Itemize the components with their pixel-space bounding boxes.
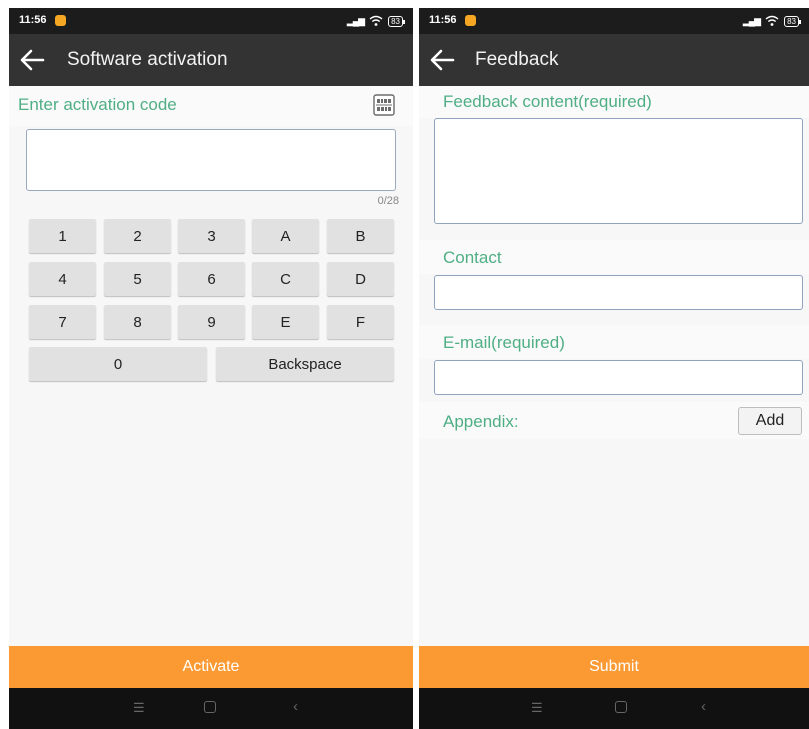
navigation-bar: ☰ ‹ [9, 688, 413, 729]
key-c[interactable]: C [252, 262, 319, 296]
system-icons: ▂▄▆ 83 [742, 14, 801, 28]
feedback-content-input[interactable] [434, 118, 803, 224]
feedback-screen: 11:56 ▂▄▆ 83 Feedback Feedback content(r… [419, 8, 809, 729]
key-f[interactable]: F [327, 305, 394, 339]
char-counter: 0/28 [377, 195, 399, 207]
home-icon[interactable] [204, 701, 216, 713]
key-6[interactable]: 6 [178, 262, 245, 296]
home-icon[interactable] [615, 701, 627, 713]
key-0[interactable]: 0 [29, 347, 207, 381]
navigation-bar: ☰ ‹ [419, 688, 809, 729]
email-input[interactable] [434, 360, 803, 395]
signal-icon: ▂▄▆ [346, 15, 365, 26]
key-8[interactable]: 8 [104, 305, 171, 339]
activation-code-label: Enter activation code [18, 95, 177, 114]
back-icon[interactable]: ‹ [701, 698, 706, 715]
page-title: Feedback [475, 49, 559, 70]
menu-icon[interactable]: ☰ [133, 700, 145, 716]
key-d[interactable]: D [327, 262, 394, 296]
battery-icon: 83 [388, 15, 405, 27]
notification-icon [465, 15, 476, 26]
scan-code-icon[interactable] [373, 92, 395, 118]
key-1[interactable]: 1 [29, 219, 96, 253]
activate-button[interactable]: Activate [9, 646, 413, 688]
battery-icon: 83 [784, 15, 801, 27]
feedback-content-label: Feedback content(required) [443, 92, 652, 111]
back-arrow-icon[interactable] [19, 48, 45, 72]
add-appendix-button[interactable]: Add [738, 407, 802, 435]
toolbar: Software activation [9, 34, 413, 86]
key-3[interactable]: 3 [178, 219, 245, 253]
key-4[interactable]: 4 [29, 262, 96, 296]
page-title: Software activation [67, 49, 228, 70]
key-9[interactable]: 9 [178, 305, 245, 339]
back-icon[interactable]: ‹ [293, 698, 298, 715]
wifi-icon [765, 15, 779, 26]
email-label: E-mail(required) [443, 333, 565, 352]
toolbar: Feedback [419, 34, 809, 86]
contact-input[interactable] [434, 275, 803, 310]
activation-screen: 11:56 ▂▄▆ 83 Software activation Enter a… [9, 8, 413, 729]
wifi-icon [369, 15, 383, 26]
signal-icon: ▂▄▆ [742, 15, 761, 26]
appendix-label: Appendix: [443, 412, 519, 431]
status-time: 11:56 [429, 14, 457, 26]
status-bar: 11:56 ▂▄▆ 83 [9, 8, 413, 34]
back-arrow-icon[interactable] [429, 48, 455, 72]
key-2[interactable]: 2 [104, 219, 171, 253]
key-e[interactable]: E [252, 305, 319, 339]
key-a[interactable]: A [252, 219, 319, 253]
key-5[interactable]: 5 [104, 262, 171, 296]
system-icons: ▂▄▆ 83 [346, 14, 405, 28]
backspace-key[interactable]: Backspace [216, 347, 394, 381]
notification-icon [55, 15, 66, 26]
status-time: 11:56 [19, 14, 47, 26]
activation-code-input[interactable] [26, 129, 396, 191]
submit-button[interactable]: Submit [419, 646, 809, 688]
key-b[interactable]: B [327, 219, 394, 253]
key-7[interactable]: 7 [29, 305, 96, 339]
status-bar: 11:56 ▂▄▆ 83 [419, 8, 809, 34]
contact-label: Contact [443, 248, 502, 267]
menu-icon[interactable]: ☰ [531, 700, 543, 716]
